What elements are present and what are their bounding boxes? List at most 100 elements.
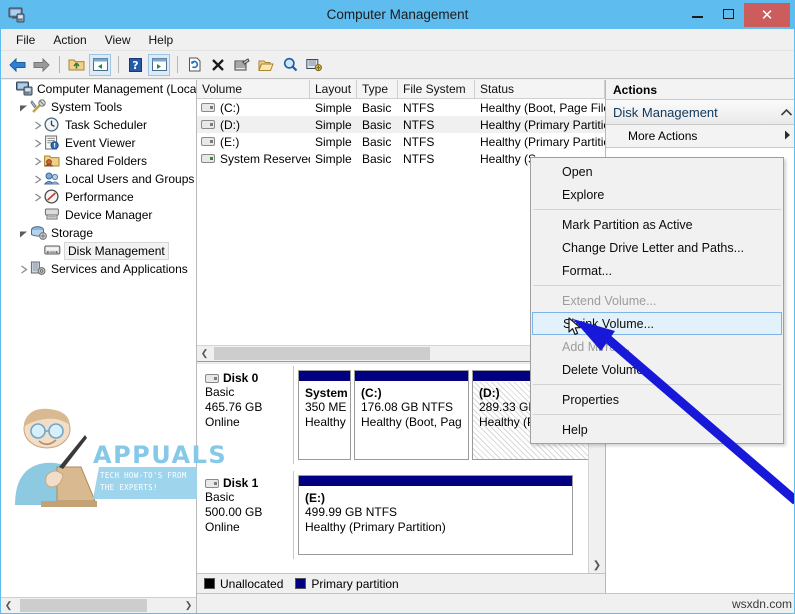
tree-node-performance[interactable]: Performance xyxy=(1,188,196,206)
tree-scroll-right-icon[interactable]: ❯ xyxy=(181,598,196,613)
chevron-down-icon[interactable] xyxy=(17,98,30,116)
context-menu-item-help[interactable]: Help xyxy=(531,418,783,441)
volume-column-header-volume[interactable]: Volume xyxy=(197,80,310,98)
disk-state-label: Online xyxy=(205,520,293,535)
tree-spacer xyxy=(31,206,44,224)
volume-cell-filesystem: NTFS xyxy=(398,118,475,132)
context-menu-item-properties[interactable]: Properties xyxy=(531,388,783,411)
volume-column-header-status[interactable]: Status xyxy=(475,80,605,98)
tree-node-shared-folders[interactable]: Shared Folders xyxy=(1,152,196,170)
volume-column-header-type[interactable]: Type xyxy=(357,80,398,98)
tree-scroll-left-icon[interactable]: ❮ xyxy=(1,598,16,613)
tree-scroll-region: Computer Management (LocalSystem ToolsTa… xyxy=(1,80,196,597)
disk-row[interactable]: Disk 1Basic500.00 GBOnline(E:)499.99 GB … xyxy=(197,471,588,559)
rescan-disks-icon[interactable] xyxy=(303,54,325,76)
tree-node-disk-management[interactable]: Disk Management xyxy=(1,242,196,260)
drive-icon xyxy=(201,154,215,163)
volume-cell-status: Healthy (Boot, Page File, xyxy=(475,101,605,115)
partition-label: (E:) xyxy=(305,491,568,505)
action-more-actions[interactable]: More Actions xyxy=(606,125,795,147)
disk-info-panel[interactable]: Disk 0Basic465.76 GBOnline xyxy=(197,366,294,464)
performance-icon xyxy=(44,189,62,205)
table-row[interactable]: (C:)SimpleBasicNTFSHealthy (Boot, Page F… xyxy=(197,99,605,116)
back-icon[interactable] xyxy=(6,54,28,76)
open-folder-icon[interactable] xyxy=(255,54,277,76)
chevron-right-icon[interactable] xyxy=(17,260,30,278)
users-icon xyxy=(44,171,62,187)
disk-title: Disk 0 xyxy=(205,371,293,385)
partition-line-1: 499.99 GB NTFS xyxy=(305,505,568,520)
clock-icon xyxy=(44,117,62,133)
tree-node-event-viewer[interactable]: !Event Viewer xyxy=(1,134,196,152)
up-folder-icon[interactable] xyxy=(65,54,87,76)
help-icon[interactable]: ? xyxy=(124,54,146,76)
tree-node-task-scheduler[interactable]: Task Scheduler xyxy=(1,116,196,134)
volume-cell-layout: Simple xyxy=(310,135,357,149)
show-hide-tree-icon[interactable] xyxy=(89,54,111,76)
partition-color-bar xyxy=(355,371,468,382)
svg-text:?: ? xyxy=(132,59,138,72)
properties-icon[interactable] xyxy=(231,54,253,76)
refresh-icon[interactable] xyxy=(183,54,205,76)
tree-node-system-tools[interactable]: System Tools xyxy=(1,98,196,116)
context-menu-item-open[interactable]: Open xyxy=(531,160,783,183)
window-title: Computer Management xyxy=(1,1,794,29)
tree-scroll-track[interactable] xyxy=(16,598,181,613)
context-menu-item-extend-volume: Extend Volume... xyxy=(531,289,783,312)
menu-view[interactable]: View xyxy=(96,30,140,50)
forward-icon[interactable] xyxy=(30,54,52,76)
minimize-button[interactable] xyxy=(682,3,713,25)
menu-file[interactable]: File xyxy=(7,30,44,50)
disk-info-panel[interactable]: Disk 1Basic500.00 GBOnline xyxy=(197,471,294,559)
tree-node-local-users-and-groups[interactable]: Local Users and Groups xyxy=(1,170,196,188)
computer-management-window: Computer Management ✕ File Action View H… xyxy=(0,0,795,614)
status-bar: wsxdn.com xyxy=(197,593,795,613)
volume-column-header-file-system[interactable]: File System xyxy=(398,80,475,98)
chevron-right-icon[interactable] xyxy=(31,116,44,134)
actions-group-header[interactable]: Disk Management xyxy=(606,100,795,125)
chevron-up-icon[interactable] xyxy=(781,105,792,119)
chevron-right-icon[interactable] xyxy=(784,129,791,143)
chevron-right-icon[interactable] xyxy=(31,152,44,170)
context-menu-item-mark-partition-as-active[interactable]: Mark Partition as Active xyxy=(531,213,783,236)
volume-column-header-layout[interactable]: Layout xyxy=(310,80,357,98)
menu-separator xyxy=(533,384,781,385)
volume-name-label: (D:) xyxy=(220,118,240,132)
tree-node-services-and-applications[interactable]: Services and Applications xyxy=(1,260,196,278)
tree-node-computer-management-local[interactable]: Computer Management (Local xyxy=(1,80,196,98)
tree-node-storage[interactable]: Storage xyxy=(1,224,196,242)
tree-node-device-manager[interactable]: Device Manager xyxy=(1,206,196,224)
menu-help[interactable]: Help xyxy=(140,30,183,50)
corner-watermark: wsxdn.com xyxy=(732,597,792,611)
context-menu-item-explore[interactable]: Explore xyxy=(531,183,783,206)
menu-action[interactable]: Action xyxy=(44,30,95,50)
context-menu-item-format[interactable]: Format... xyxy=(531,259,783,282)
delete-icon[interactable] xyxy=(207,54,229,76)
chevron-right-icon[interactable] xyxy=(31,170,44,188)
disk-name-label: Disk 0 xyxy=(223,371,258,385)
disk-scroll-down-icon[interactable]: ❯ xyxy=(589,557,605,573)
legend-label: Unallocated xyxy=(220,577,283,591)
volume-scroll-thumb[interactable] xyxy=(214,347,430,360)
partition-block[interactable]: (E:)499.99 GB NTFSHealthy (Primary Parti… xyxy=(298,475,573,555)
chevron-right-icon[interactable] xyxy=(31,134,44,152)
show-hide-action-pane-icon[interactable] xyxy=(148,54,170,76)
chevron-right-icon[interactable] xyxy=(31,188,44,206)
window-controls: ✕ xyxy=(682,3,790,27)
chevron-down-icon[interactable] xyxy=(17,224,30,242)
context-menu-item-delete-volume[interactable]: Delete Volume... xyxy=(531,358,783,381)
tree-horizontal-scrollbar[interactable]: ❮ ❯ xyxy=(1,597,196,613)
context-menu-item-change-drive-letter-and-paths[interactable]: Change Drive Letter and Paths... xyxy=(531,236,783,259)
tree-scroll-thumb[interactable] xyxy=(20,599,147,612)
volume-name-label: (C:) xyxy=(220,101,240,115)
search-icon[interactable] xyxy=(279,54,301,76)
partition-block[interactable]: System350 MEHealthy xyxy=(298,370,351,460)
maximize-button[interactable] xyxy=(713,3,744,25)
close-button[interactable]: ✕ xyxy=(744,3,790,27)
table-row[interactable]: (D:)SimpleBasicNTFSHealthy (Primary Part… xyxy=(197,116,605,133)
partition-label: (C:) xyxy=(361,386,464,400)
volume-cell-filesystem: NTFS xyxy=(398,152,475,166)
table-row[interactable]: (E:)SimpleBasicNTFSHealthy (Primary Part… xyxy=(197,133,605,150)
volume-scroll-left-icon[interactable]: ❮ xyxy=(197,346,212,361)
partition-block[interactable]: (C:)176.08 GB NTFSHealthy (Boot, Paɡ xyxy=(354,370,469,460)
